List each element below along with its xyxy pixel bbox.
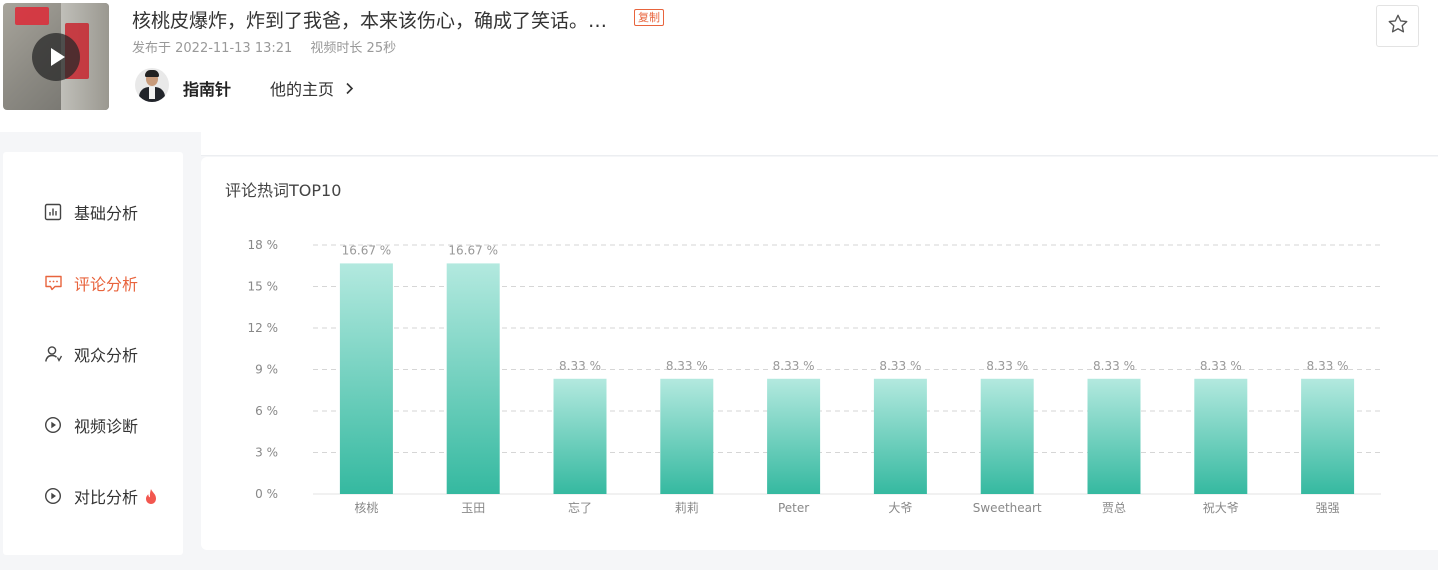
x-tick-label: 忘了 [568,500,592,515]
bar-value-label: 8.33 % [879,359,921,373]
author-avatar[interactable] [135,68,169,102]
bar [339,263,393,494]
x-tick-label: 玉田 [461,501,485,515]
y-tick-label: 9 % [255,363,278,377]
sidebar-item-basic[interactable]: 基础分析 [43,200,138,224]
sidebar-item-label: 对比分析 [74,488,139,507]
bar [980,378,1034,494]
x-tick-label: 贾总 [1102,501,1126,515]
bar-value-label: 8.33 % [666,359,708,373]
sidebar-item-comments[interactable]: 评论分析 [43,271,138,295]
x-tick-label: 核桃 [354,500,378,515]
flame-icon [144,488,158,505]
author-name[interactable]: 指南针 [183,76,231,100]
panel-top-strip [201,132,1438,156]
bar [873,378,927,494]
bar-value-label: 16.67 % [342,243,392,257]
x-tick-label: 大爷 [888,501,912,515]
user-icon [43,344,63,364]
sidebar-item-label: 观众分析 [74,346,139,365]
play-circle-icon [43,415,63,435]
bar-value-label: 16.67 % [448,243,498,257]
bar [660,378,714,494]
analysis-sidebar: 基础分析 评论分析 观众分析 视频诊断 对比分析 [3,152,183,555]
y-tick-label: 0 % [255,487,278,501]
copy-button[interactable]: 复制 [634,9,664,26]
star-outline-icon [1387,13,1409,39]
video-header: 核桃皮爆炸，炸到了我爸，本来该伤心，确成了笑话。… 复制 发布于 2022-11… [0,0,1438,132]
author-home-label: 他的主页 [270,80,335,99]
chevron-right-icon [345,80,354,99]
keyword-bar-chart: 0 % 3 % 6 % 9 % 12 % 15 % 18 % 16.67 % 核桃 16.67 %… [248,238,1381,515]
sidebar-item-diagnosis[interactable]: 视频诊断 [43,413,138,437]
bar [553,378,607,494]
y-tick-label: 3 % [255,446,278,460]
x-tick-label: 莉莉 [675,501,699,515]
x-tick-label: 祝大爷 [1203,501,1239,515]
bar-value-label: 8.33 % [773,359,815,373]
avatar-shirt [149,87,155,99]
author-home-link[interactable]: 他的主页 [270,76,354,100]
x-tick-label: Peter [778,501,809,515]
video-meta: 发布于 2022-11-13 13:21 视频时长 25秒 [132,37,396,56]
bar-value-label: 8.33 % [1093,359,1135,373]
sidebar-item-compare[interactable]: 对比分析 [43,484,158,508]
bar [767,378,821,494]
video-thumbnail[interactable] [3,3,109,110]
bar [1301,378,1355,494]
play-icon[interactable] [32,33,80,81]
bar-value-label: 8.33 % [986,359,1028,373]
publish-time: 发布于 2022-11-13 13:21 [132,41,293,56]
y-tick-label: 12 % [248,321,279,335]
bar [1194,378,1248,494]
bar-chart-icon [43,202,63,222]
x-tick-label: 强强 [1316,501,1340,515]
y-tick-label: 18 % [248,238,279,252]
sidebar-item-label: 评论分析 [74,275,139,294]
bar [1087,378,1141,494]
video-title: 核桃皮爆炸，炸到了我爸，本来该伤心，确成了笑话。… [132,10,608,32]
bar-value-label: 8.33 % [1200,359,1242,373]
comment-keywords-panel: 评论热词TOP10 0 % 3 % 6 % 9 % 12 % 15 % 18 % 16.67 … [201,157,1438,550]
bar [446,263,500,494]
favorite-button[interactable] [1376,5,1419,47]
comment-icon [43,273,63,293]
play-circle-icon [43,486,63,506]
video-duration: 视频时长 25秒 [310,41,397,56]
y-tick-label: 15 % [248,280,279,294]
y-tick-label: 6 % [255,404,278,418]
sidebar-item-audience[interactable]: 观众分析 [43,342,138,366]
bar-value-label: 8.33 % [1307,359,1349,373]
bar-value-label: 8.33 % [559,359,601,373]
sidebar-item-label: 视频诊断 [74,417,139,436]
thumbnail-detail [15,7,49,25]
x-tick-label: Sweetheart [973,501,1042,515]
sidebar-item-label: 基础分析 [74,204,139,223]
avatar-hair [145,70,159,77]
